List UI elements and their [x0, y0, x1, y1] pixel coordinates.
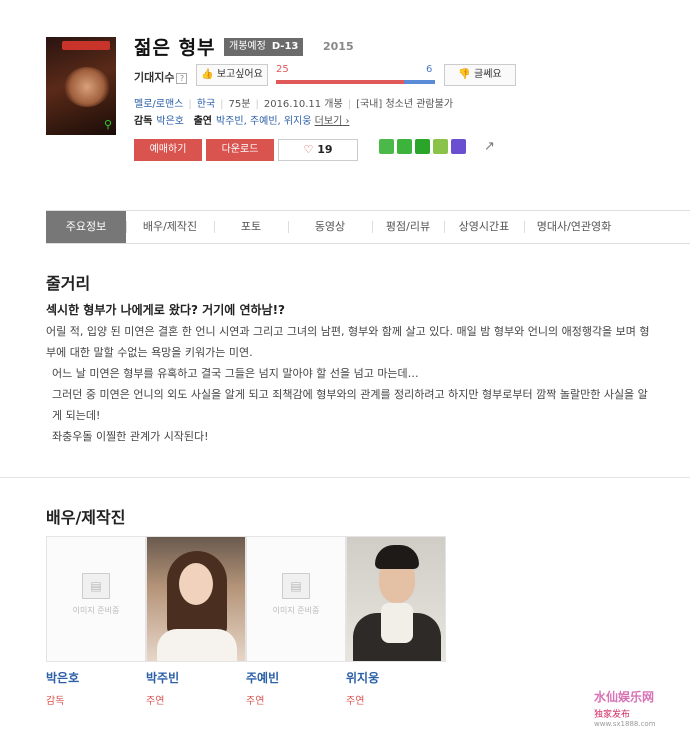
not-sure-button[interactable]: 👎 글쎄요 [444, 64, 516, 86]
blog-share-icon[interactable] [451, 139, 466, 154]
cast-name[interactable]: 박은호 [46, 669, 146, 686]
gauge-fill [276, 80, 405, 84]
synopsis-paragraph: 어느 날 미연은 형부를 유혹하고 결국 그들은 넘지 말아야 할 선을 넘고 … [52, 367, 419, 380]
cast-photo[interactable] [346, 536, 446, 662]
like-button[interactable]: ♡ 19 [278, 139, 358, 161]
cast-photo[interactable] [146, 536, 246, 662]
poster-title-band [62, 41, 110, 50]
director-label: 감독 [134, 116, 153, 127]
synopsis-body: 어릴 적, 입양 된 미연은 결혼 한 언니 시연과 그리고 그녀의 남편, 형… [46, 321, 656, 447]
synopsis-heading: 줄거리 [46, 274, 91, 293]
cast-link[interactable]: 박주빈, 주예빈, 위지웅 [216, 116, 312, 127]
tab-cast-crew[interactable]: 배우/제작진 [126, 211, 214, 243]
heart-icon: ♡ [303, 143, 314, 156]
cast-card[interactable]: ▤ 이미지 준비중 박은호 감독 [46, 536, 146, 707]
share-link-icon[interactable]: ↗ [484, 139, 495, 154]
runtime: 75분 [228, 99, 251, 110]
anticipation-gauge [276, 80, 435, 84]
cast-photo[interactable]: ▤ 이미지 준비중 [246, 536, 346, 662]
tab-video[interactable]: 동영상 [288, 211, 372, 243]
watermark-logo: 水仙娱乐网 独家发布 www.sx1888.com [594, 690, 656, 728]
tab-reviews[interactable]: 평점/리뷰 [372, 211, 444, 243]
cast-photo[interactable]: ▤ 이미지 준비중 [46, 536, 146, 662]
tab-photo[interactable]: 포토 [214, 211, 288, 243]
thumb-up-icon: 👍 [201, 69, 214, 80]
kakao-share-icon[interactable] [397, 139, 412, 154]
tab-main-info[interactable]: 주요정보 [46, 211, 126, 243]
cast-role: 주연 [246, 696, 265, 707]
director-link[interactable]: 박은호 [156, 116, 184, 127]
cast-label: 출연 [193, 116, 212, 127]
more-link[interactable]: 더보기 › [315, 116, 350, 127]
cast-role: 주연 [346, 696, 365, 707]
help-icon[interactable]: ? [176, 73, 188, 84]
like-count: 25 [276, 64, 289, 75]
cast-list: ▤ 이미지 준비중 박은호 감독 박주빈 주연 ▤ 이미지 준비중 주예빈 주연 위… [46, 536, 446, 707]
movie-poster[interactable]: ⚲ [46, 37, 116, 135]
cast-card[interactable]: ▤ 이미지 준비중 주예빈 주연 [246, 536, 346, 707]
section-divider [0, 477, 690, 478]
tab-quotes-related[interactable]: 명대사/연관영화 [524, 211, 624, 243]
credits-line: 감독 박은호 출연 박주빈, 주예빈, 위지웅 더보기 › [134, 112, 349, 127]
cast-heading: 배우/제작진 [46, 508, 126, 527]
cast-card[interactable]: 박주빈 주연 [146, 536, 246, 707]
download-button[interactable]: 다운로드 [206, 139, 274, 161]
synopsis-tagline: 섹시한 형부가 나에게로 왔다? 거기에 연하남!? [46, 303, 286, 317]
thumb-down-icon: 👎 [458, 69, 471, 80]
cast-name[interactable]: 주예빈 [246, 669, 346, 686]
synopsis-paragraph: 좌충우돌 이찔한 관계가 시작된다! [52, 430, 209, 443]
bookmark-share-icon[interactable] [415, 139, 430, 154]
cast-name[interactable]: 위지웅 [346, 669, 446, 686]
synopsis-paragraph: 그러던 중 미연은 언니의 외도 사실을 알게 되고 죄책감에 형부와의 관계를… [52, 388, 648, 422]
image-placeholder-icon: ▤ [82, 573, 110, 599]
tab-bar: 주요정보 배우/제작진 포토 동영상 평점/리뷰 상영시간표 명대사/연관영화 [46, 210, 690, 244]
release-date: 2016.10.11 개봉 [263, 99, 343, 110]
dislike-count: 6 [426, 64, 433, 75]
movie-info: 멜로/로맨스 | 한국 | 75분 | 2016.10.11 개봉 | [국내] 청소년 관람불… [134, 99, 454, 110]
anticipation-label: 기대지수? [134, 69, 188, 85]
country-link[interactable]: 한국 [197, 99, 215, 110]
cast-name[interactable]: 박주빈 [146, 669, 246, 686]
band-share-icon[interactable] [433, 139, 448, 154]
age-rating: [국내] 청소년 관람불가 [356, 99, 454, 110]
reserve-button[interactable]: 예매하기 [134, 139, 202, 161]
cast-role: 주연 [146, 696, 165, 707]
cast-card[interactable]: 위지웅 주연 [346, 536, 446, 707]
want-to-see-button[interactable]: 👍 보고싶어요 [196, 64, 268, 86]
dday-label: D-13 [271, 41, 299, 52]
tab-showtimes[interactable]: 상영시간표 [444, 211, 524, 243]
synopsis-paragraph: 어릴 적, 입양 된 미연은 결혼 한 언니 시연과 그리고 그녀의 남편, 형… [46, 325, 650, 359]
cast-role: 감독 [46, 696, 65, 707]
image-placeholder-icon: ▤ [282, 573, 310, 599]
genre-link[interactable]: 멜로/로맨스 [134, 99, 183, 110]
line-share-icon[interactable] [379, 139, 394, 154]
status-badge: 개봉예정 D-13 [224, 38, 304, 56]
status-label: 개봉예정 [229, 41, 266, 52]
poster-art [64, 67, 110, 107]
zoom-icon[interactable]: ⚲ [104, 118, 112, 131]
movie-title: 젊은 형부 [134, 37, 216, 59]
release-year: 2015 [323, 40, 354, 53]
share-icons [379, 139, 466, 154]
